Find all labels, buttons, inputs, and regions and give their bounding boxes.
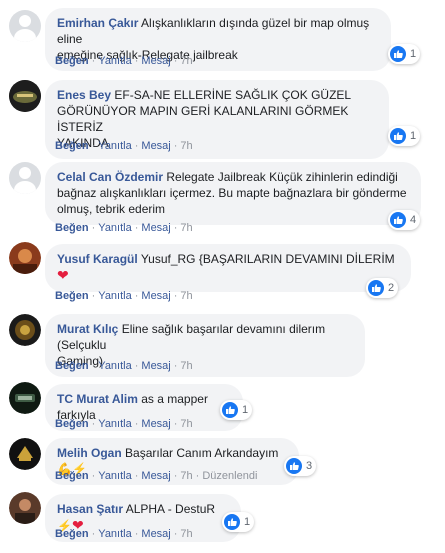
reply-button[interactable]: Yanıtla bbox=[98, 418, 131, 430]
reply-button[interactable]: Yanıtla bbox=[98, 290, 131, 302]
comment-author[interactable]: Enes Bey bbox=[57, 88, 111, 102]
comment-author[interactable]: Hasan Şatır bbox=[57, 502, 123, 516]
comment-actions: Beğen · Yanıtla · Mesaj · 7h bbox=[55, 360, 193, 372]
comment-celal: Celal Can Özdemir Relegate Jailbreak Küç… bbox=[0, 160, 445, 240]
timestamp[interactable]: 7h bbox=[180, 140, 192, 152]
comment-author[interactable]: Emirhan Çakır bbox=[57, 16, 138, 30]
comment-text: EF-SA-NE ELLERİNE SAĞLIK ÇOK GÜZEL bbox=[114, 88, 352, 102]
avatar[interactable] bbox=[9, 492, 41, 524]
thumbs-up-icon bbox=[368, 280, 384, 296]
comment-text: bağnaz alışkanlıkları içermez. Bu mapte … bbox=[57, 186, 407, 200]
reaction-count: 1 bbox=[410, 130, 417, 142]
like-button[interactable]: Beğen bbox=[55, 290, 89, 302]
like-button[interactable]: Beğen bbox=[55, 55, 89, 67]
reply-button[interactable]: Yanıtla bbox=[98, 55, 131, 67]
reaction-summary[interactable]: 1 bbox=[388, 126, 421, 146]
timestamp[interactable]: 7h bbox=[180, 418, 192, 430]
reaction-count: 2 bbox=[388, 282, 395, 294]
comment-text: ALPHA - DestuR bbox=[125, 502, 216, 516]
reaction-count: 1 bbox=[244, 516, 251, 528]
like-button[interactable]: Beğen bbox=[55, 360, 89, 372]
timestamp[interactable]: 7h bbox=[180, 360, 192, 372]
reply-button[interactable]: Yanıtla bbox=[98, 360, 131, 372]
comment-author[interactable]: Melih Ogan bbox=[57, 446, 122, 460]
reaction-summary[interactable]: 2 bbox=[366, 278, 399, 298]
timestamp[interactable]: 7h bbox=[180, 290, 192, 302]
avatar[interactable] bbox=[9, 162, 41, 194]
reaction-summary[interactable]: 3 bbox=[284, 456, 317, 476]
comment-actions: Beğen · Yanıtla · Mesaj · 7h bbox=[55, 528, 193, 540]
message-button[interactable]: Mesaj bbox=[141, 290, 170, 302]
message-button[interactable]: Mesaj bbox=[141, 55, 170, 67]
avatar[interactable] bbox=[9, 314, 41, 346]
thumbs-up-icon bbox=[286, 458, 302, 474]
thumbs-up-icon bbox=[390, 128, 406, 144]
comment-bubble: Celal Can Özdemir Relegate Jailbreak Küç… bbox=[45, 162, 421, 225]
avatar[interactable] bbox=[9, 438, 41, 470]
comment-actions: Beğen · Yanıtla · Mesaj · 7h · Düzenlendi bbox=[55, 470, 258, 482]
avatar[interactable] bbox=[9, 382, 41, 414]
message-button[interactable]: Mesaj bbox=[141, 360, 170, 372]
thumbs-up-icon bbox=[222, 402, 238, 418]
reaction-count: 3 bbox=[306, 460, 313, 472]
thumbs-up-icon bbox=[224, 514, 240, 530]
comment-text: GÖRÜNÜYOR MAPIN GERİ KALANLARINI GÖRMEK … bbox=[57, 104, 349, 134]
message-button[interactable]: Mesaj bbox=[141, 470, 170, 482]
comment-enes: Enes Bey EF-SA-NE ELLERİNE SAĞLIK ÇOK GÜ… bbox=[0, 78, 445, 168]
thumbs-up-icon bbox=[390, 46, 406, 62]
reaction-count: 1 bbox=[242, 404, 249, 416]
message-button[interactable]: Mesaj bbox=[141, 222, 170, 234]
avatar[interactable] bbox=[9, 10, 41, 42]
like-button[interactable]: Beğen bbox=[55, 470, 89, 482]
like-button[interactable]: Beğen bbox=[55, 418, 89, 430]
comment-actions: Beğen · Yanıtla · Mesaj · 7h bbox=[55, 418, 193, 430]
timestamp[interactable]: 7h bbox=[180, 528, 192, 540]
message-button[interactable]: Mesaj bbox=[141, 418, 170, 430]
message-button[interactable]: Mesaj bbox=[141, 140, 170, 152]
timestamp[interactable]: 7h bbox=[180, 222, 192, 234]
comment-actions: Beğen · Yanıtla · Mesaj · 7h bbox=[55, 140, 193, 152]
comment-text: olmuş, tebrik ederim bbox=[57, 202, 166, 216]
like-button[interactable]: Beğen bbox=[55, 528, 89, 540]
reply-button[interactable]: Yanıtla bbox=[98, 222, 131, 234]
comment-tc-murat: TC Murat Alim as a mapper farkıyla 1 Beğ… bbox=[0, 378, 445, 434]
comment-author[interactable]: Celal Can Özdemir bbox=[57, 170, 163, 184]
reaction-summary[interactable]: 1 bbox=[222, 512, 255, 532]
comment-murat-kilic: Murat Kılıç Eline sağlık başarılar devam… bbox=[0, 310, 445, 380]
reaction-summary[interactable]: 1 bbox=[220, 400, 253, 420]
comment-author[interactable]: TC Murat Alim bbox=[57, 392, 138, 406]
like-button[interactable]: Beğen bbox=[55, 140, 89, 152]
reaction-count: 1 bbox=[410, 48, 417, 60]
reaction-count: 4 bbox=[410, 214, 417, 226]
edited-label[interactable]: Düzenlendi bbox=[202, 470, 257, 482]
like-button[interactable]: Beğen bbox=[55, 222, 89, 234]
comment-bubble: Yusuf Karagül Yusuf_RG {BAŞARILARIN DEVA… bbox=[45, 244, 411, 292]
comment-yusuf: Yusuf Karagül Yusuf_RG {BAŞARILARIN DEVA… bbox=[0, 240, 445, 306]
thumbs-up-icon bbox=[390, 212, 406, 228]
comment-actions: Beğen · Yanıtla · Mesaj · 7h bbox=[55, 222, 193, 234]
reaction-summary[interactable]: 4 bbox=[388, 210, 421, 230]
timestamp[interactable]: 7h bbox=[180, 470, 192, 482]
comment-hasan: Hasan Şatır ALPHA - DestuR ⚡❤ 1 Beğen · Ya… bbox=[0, 490, 445, 550]
comment-text: Yusuf_RG {BAŞARILARIN DEVAMINI DİLERİM bbox=[140, 252, 395, 266]
comment-actions: Beğen · Yanıtla · Mesaj · 7h bbox=[55, 290, 193, 302]
reaction-summary[interactable]: 1 bbox=[388, 44, 421, 64]
timestamp[interactable]: 7h bbox=[180, 55, 192, 67]
message-button[interactable]: Mesaj bbox=[141, 528, 170, 540]
comment-melih: Melih Ogan Başarılar Canım Arkandayım 💪⚡… bbox=[0, 434, 445, 488]
comment-actions: Beğen · Yanıtla · Mesaj · 7h bbox=[55, 55, 193, 67]
comment-emirhan: Emirhan Çakır Alışkanlıkların dışında gü… bbox=[0, 0, 445, 80]
avatar[interactable] bbox=[9, 80, 41, 112]
comment-text: Relegate Jailbreak Küçük zihinlerin edin… bbox=[166, 170, 398, 184]
reply-button[interactable]: Yanıtla bbox=[98, 528, 131, 540]
heart-emoji-icon: ❤ bbox=[57, 267, 69, 283]
reply-button[interactable]: Yanıtla bbox=[98, 470, 131, 482]
comment-author[interactable]: Yusuf Karagül bbox=[57, 252, 138, 266]
comment-author[interactable]: Murat Kılıç bbox=[57, 322, 118, 336]
reply-button[interactable]: Yanıtla bbox=[98, 140, 131, 152]
comment-text: Başarılar Canım Arkandayım bbox=[125, 446, 279, 460]
avatar[interactable] bbox=[9, 242, 41, 274]
